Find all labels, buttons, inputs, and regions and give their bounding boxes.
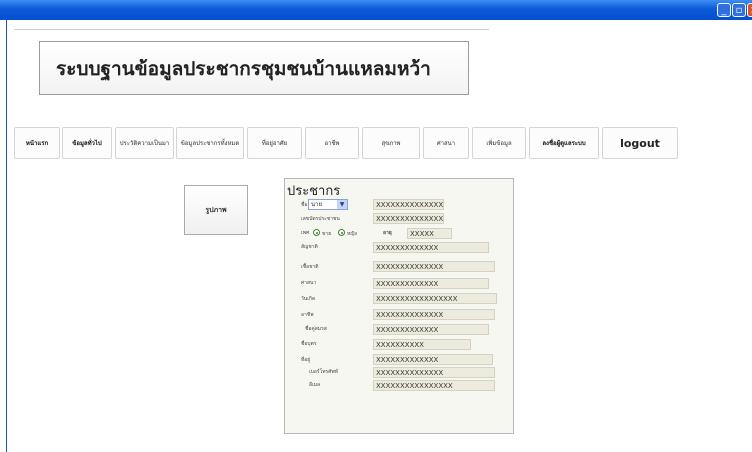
nav-bar: หน้าแรก ข้อมูลทั่วไป ประวัติความเป็นมา ข…	[14, 127, 752, 159]
field-id-card[interactable]: XXXXXXXXXXXXXX	[373, 213, 445, 224]
radio-female-label: หญิง	[347, 231, 357, 237]
close-icon[interactable]: ×	[747, 3, 752, 17]
window-titlebar: _ ▫ ×	[0, 0, 752, 20]
nav-home[interactable]: หน้าแรก	[14, 127, 60, 159]
photo-button[interactable]: รูปภาพ	[184, 185, 248, 235]
label-email: อีเมล	[309, 382, 321, 388]
nav-population[interactable]: ข้อมูลประชากรทั้งหมด	[176, 127, 244, 159]
label-birthdate: วันเกิด	[301, 296, 316, 302]
label-religion: ศาสนา	[301, 280, 317, 286]
field-birthdate[interactable]: XXXXXXXXXXXXXXXXX	[373, 293, 497, 304]
label-occupation: อาชีพ	[301, 312, 314, 318]
header-divider	[14, 29, 489, 30]
prefix-select[interactable]: นาย ▼	[308, 199, 348, 210]
form-title: ประชากร	[287, 184, 341, 199]
gender-label: เพศ	[301, 230, 310, 236]
field-name[interactable]: XXXXXXXXXXXXXX	[373, 199, 445, 210]
radio-male-label: ชาย	[322, 231, 332, 237]
field-email[interactable]: XXXXXXXXXXXXXXXX	[373, 380, 495, 391]
radio-male[interactable]	[313, 229, 320, 236]
label-children: ชื่อบุตร	[301, 341, 317, 347]
minimize-icon[interactable]: _	[717, 3, 731, 17]
window-border	[6, 20, 7, 452]
age-label: อายุ	[383, 230, 392, 236]
site-header: ระบบฐานข้อมูลประชากรชุมชนบ้านแหลมหว้า	[39, 41, 469, 95]
field-age[interactable]: XXXXX	[407, 228, 452, 239]
nav-religion[interactable]: ศาสนา	[423, 127, 469, 159]
nav-occupation[interactable]: อาชีพ	[305, 127, 359, 159]
label-nationality: สัญชาติ	[301, 244, 318, 250]
prefix-label: ชื่อ	[301, 202, 308, 208]
field-address[interactable]: XXXXXXXXXXXXX	[373, 354, 493, 365]
nav-admin-login[interactable]: ลงชื่อผู้ดูแลระบบ	[529, 127, 599, 159]
prefix-select-value: นาย	[311, 201, 322, 208]
logout-button[interactable]: logout	[602, 127, 678, 159]
nav-general[interactable]: ข้อมูลทั่วไป	[62, 127, 112, 159]
population-form: ประชากร ชื่อ นาย ▼ XXXXXXXXXXXXXX เลขบัต…	[284, 178, 514, 434]
radio-female[interactable]	[338, 229, 345, 236]
label-spouse: ชื่อคู่สมรส	[305, 326, 327, 332]
label-phone: เบอร์โทรศัพท์	[309, 369, 339, 375]
nav-history[interactable]: ประวัติความเป็นมา	[115, 127, 174, 159]
field-nationality[interactable]: XXXXXXXXXXXXX	[373, 242, 489, 253]
label-ethnicity: เชื้อชาติ	[301, 264, 319, 270]
field-ethnicity[interactable]: XXXXXXXXXXXXXX	[373, 261, 495, 272]
site-title: ระบบฐานข้อมูลประชากรชุมชนบ้านแหลมหว้า	[56, 58, 431, 80]
label-id-card: เลขบัตรประชาชน	[301, 216, 340, 222]
maximize-icon[interactable]: ▫	[732, 3, 746, 17]
nav-health[interactable]: สุขภาพ	[362, 127, 420, 159]
field-spouse[interactable]: XXXXXXXXXXXXX	[373, 324, 489, 335]
field-religion[interactable]: XXXXXXXXXXXXX	[373, 278, 489, 289]
field-occupation[interactable]: XXXXXXXXXXXXXX	[373, 309, 495, 320]
label-address: ที่อยู่	[301, 357, 311, 363]
field-children[interactable]: XXXXXXXXXX	[373, 339, 471, 350]
nav-housing[interactable]: ที่อยู่อาศัย	[247, 127, 302, 159]
field-phone[interactable]: XXXXXXXXXXXXXX	[373, 367, 495, 378]
nav-add-data[interactable]: เพิ่มข้อมูล	[472, 127, 526, 159]
chevron-down-icon: ▼	[337, 200, 347, 209]
